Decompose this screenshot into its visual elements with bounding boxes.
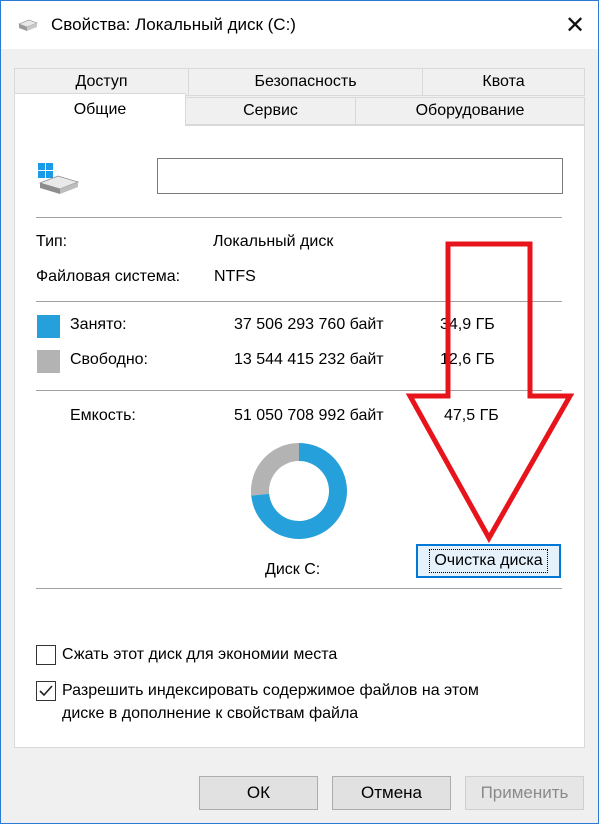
filesystem-value: NTFS (214, 268, 256, 285)
free-space-swatch (37, 350, 60, 373)
capacity-gb: 47,5 ГБ (444, 407, 499, 424)
tab-security[interactable]: Безопасность (188, 68, 423, 96)
filesystem-label: Файловая система: (36, 268, 181, 285)
used-gb: 34,9 ГБ (440, 316, 495, 333)
tab-quota[interactable]: Квота (422, 68, 585, 96)
free-label: Свободно: (70, 351, 148, 368)
type-value: Локальный диск (213, 233, 334, 250)
apply-button[interactable]: Применить (465, 776, 584, 810)
disk-cleanup-button[interactable]: Очистка диска (416, 544, 561, 578)
title-bar: Свойства: Локальный диск (C:) ✕ (1, 1, 598, 49)
separator (36, 217, 562, 218)
separator (36, 390, 562, 391)
used-bytes: 37 506 293 760 байт (234, 316, 384, 333)
close-button[interactable]: ✕ (552, 1, 598, 49)
volume-name-input[interactable] (157, 158, 563, 194)
compress-label[interactable]: Сжать этот диск для экономии места (62, 646, 337, 664)
close-icon: ✕ (564, 11, 586, 39)
used-label: Занято: (70, 316, 127, 333)
separator (36, 588, 562, 589)
local-disk-icon (38, 163, 80, 194)
used-space-swatch (37, 315, 60, 338)
free-bytes: 13 544 415 232 байт (234, 351, 384, 368)
index-label-line1[interactable]: Разрешить индексировать содержимое файло… (62, 682, 479, 700)
tab-service[interactable]: Сервис (185, 97, 356, 125)
index-checkbox[interactable] (36, 681, 56, 701)
disk-usage-donut (251, 443, 347, 539)
ok-button[interactable]: ОК (199, 776, 318, 810)
checkmark-icon (39, 685, 53, 697)
window-title: Свойства: Локальный диск (C:) (51, 15, 296, 34)
tab-hardware[interactable]: Оборудование (355, 97, 585, 125)
tab-general[interactable]: Общие (14, 93, 186, 126)
index-label-line2[interactable]: диске в дополнение к свойствам файла (62, 705, 358, 723)
compress-checkbox[interactable] (36, 645, 56, 665)
free-gb: 12,6 ГБ (440, 351, 495, 368)
capacity-bytes: 51 050 708 992 байт (234, 407, 384, 424)
separator (36, 301, 562, 302)
cancel-button[interactable]: Отмена (332, 776, 451, 810)
capacity-label: Емкость: (70, 407, 136, 424)
tab-access[interactable]: Доступ (14, 68, 189, 96)
disk-label: Диск C: (265, 561, 321, 578)
drive-icon (18, 19, 38, 31)
donut-free-segment (251, 443, 299, 496)
type-label: Тип: (36, 233, 68, 250)
